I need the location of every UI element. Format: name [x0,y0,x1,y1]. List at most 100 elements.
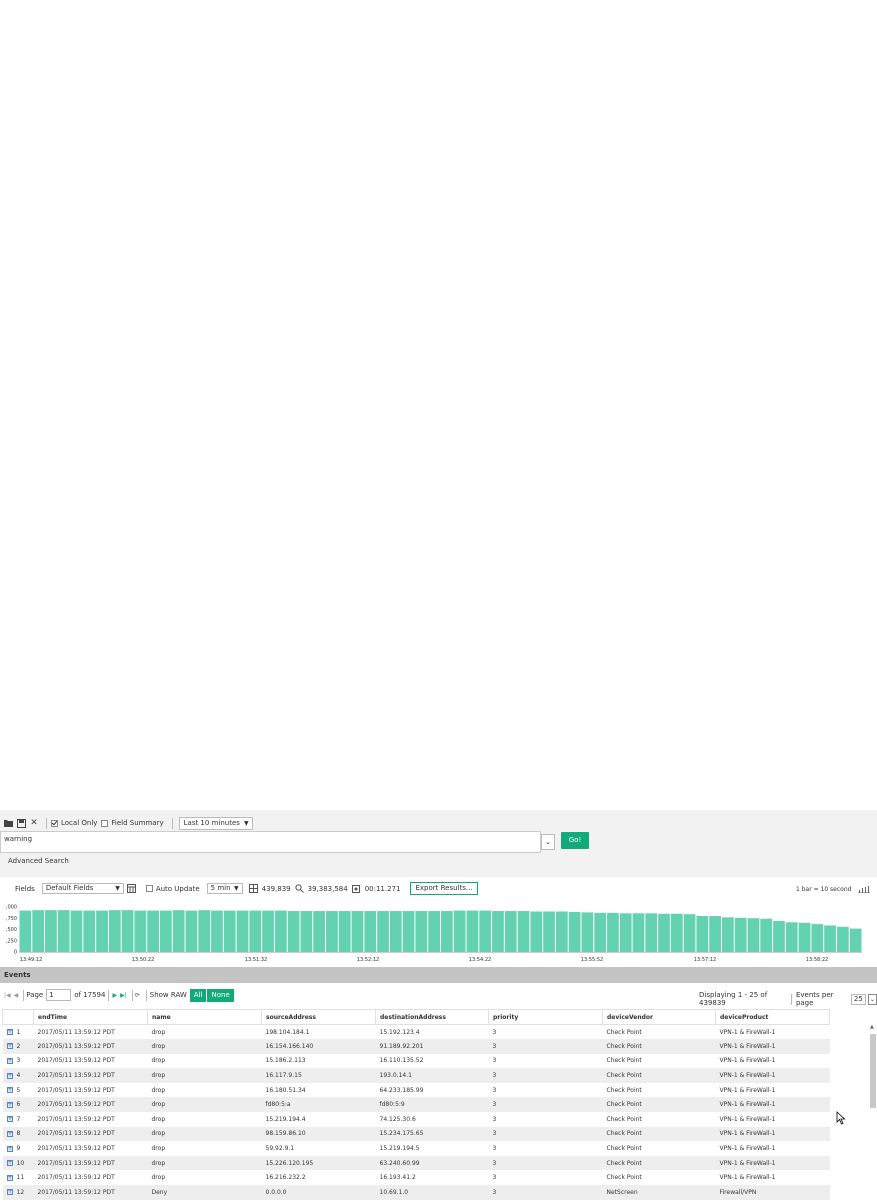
histogram-bar[interactable] [300,911,313,952]
expand-plus-icon[interactable] [6,1057,13,1064]
local-only-checkbox[interactable] [51,819,58,827]
scrollbar-thumb[interactable] [870,1034,876,1108]
scroll-up-icon[interactable]: ▲ [870,1024,874,1030]
first-page-icon[interactable]: |◀ [4,992,11,999]
histogram-bar[interactable] [555,911,568,953]
histogram-bar[interactable] [453,910,466,952]
histogram-bar[interactable] [504,911,517,952]
expand-plus-icon[interactable] [6,1042,13,1050]
histogram-bar[interactable] [492,911,504,952]
table-row[interactable]: 5 2017/05/11 13:59:12 PDT drop 16.180.51.34… [3,1083,830,1098]
histogram-bar[interactable] [785,922,798,952]
expand-plus-icon[interactable] [6,1130,13,1137]
show-raw-all-button[interactable]: All [189,988,207,1002]
histogram-bar[interactable] [32,910,45,952]
expand-plus-icon[interactable] [6,1028,13,1036]
table-row[interactable]: 1 2017/05/11 13:59:12 PDT drop 198.104.184.… [3,1025,830,1040]
histogram-bar[interactable] [479,910,492,952]
histogram-bar[interactable] [402,911,415,952]
histogram-bar[interactable] [824,925,836,952]
table-row[interactable]: 7 2017/05/11 13:59:12 PDT drop 15.219.194.4… [3,1112,830,1127]
last-page-icon[interactable]: ▶| [120,992,127,999]
histogram-bar[interactable] [696,916,709,952]
histogram-bar[interactable] [70,910,83,952]
histogram-bar[interactable] [377,911,389,952]
column-header-deviceproduct[interactable]: deviceProduct [715,1009,830,1025]
histogram-bar[interactable] [415,911,428,952]
column-header-sourceaddress[interactable]: sourceAddress [261,1009,376,1025]
expand-plus-icon[interactable] [6,1115,13,1123]
column-header-name[interactable]: name [147,1009,262,1025]
histogram-bar[interactable] [581,912,594,952]
histogram-bar[interactable] [530,911,543,953]
histogram-bar[interactable] [760,918,773,952]
histogram-bar[interactable] [364,911,377,952]
histogram-bar[interactable] [658,913,670,952]
histogram-bar[interactable] [223,910,236,952]
prev-page-icon[interactable]: ◀ [14,992,19,999]
histogram-bar[interactable] [351,911,364,952]
expand-plus-icon[interactable] [6,1086,13,1094]
histogram-bar[interactable] [287,911,300,952]
histogram-bar[interactable] [236,910,249,952]
histogram-bar[interactable] [709,916,721,952]
histogram-bar[interactable] [96,910,108,952]
folder-icon[interactable] [3,818,13,828]
refresh-icon[interactable]: ⟳ [135,992,140,999]
histogram-bar[interactable] [441,911,453,952]
fields-select[interactable]: Default Fields ▼ [41,883,124,894]
table-row[interactable]: 6 2017/05/11 13:59:12 PDTdropfd80:5:afd80… [2,1097,830,1113]
histogram-bar[interactable] [543,911,555,953]
histogram-bar[interactable] [262,910,274,952]
events-per-page-dropdown[interactable]: ⌄ [867,993,877,1005]
column-header-endtime[interactable]: endTime [33,1009,148,1025]
histogram-bar[interactable] [747,918,760,952]
histogram-bar[interactable] [45,910,57,952]
histogram-bar[interactable] [773,920,785,952]
events-per-page-input[interactable]: 25 [850,993,866,1005]
field-settings-icon[interactable] [127,884,137,894]
histogram-bar[interactable] [274,910,287,952]
search-query-input[interactable]: warning [0,831,541,853]
field-summary-checkbox[interactable] [101,819,109,827]
column-header-priority[interactable]: priority [488,1009,603,1025]
expand-plus-icon[interactable] [6,1145,13,1152]
histogram-bar[interactable] [632,913,645,952]
table-row[interactable]: 11 2017/05/11 13:59:12 PDT drop 16.216.232.… [3,1170,830,1185]
histogram-bar[interactable] [683,914,696,952]
query-history-dropdown[interactable]: ⌄ [541,834,555,850]
histogram-bar[interactable] [607,912,619,952]
histogram-bar[interactable] [811,924,824,952]
histogram-bar[interactable] [134,910,147,952]
time-range-select[interactable]: Last 10 minutes ▼ [178,816,253,830]
histogram-bar[interactable] [594,912,607,952]
interval-select[interactable]: 5 min ▼ [206,883,243,894]
histogram-bar[interactable] [249,910,262,952]
histogram-bar[interactable] [389,911,402,952]
event-histogram[interactable]: 0 ,250 ,500 ,750 ,000 13:49:12 13:50:22 13:51:3… [0,901,877,966]
show-raw-none-button[interactable]: None [207,988,234,1002]
histogram-bar[interactable] [19,910,32,952]
column-header-destinationaddress[interactable]: destinationAddress [375,1009,489,1025]
histogram-bar[interactable] [326,911,338,952]
export-results-button[interactable]: Export Results... [410,882,478,895]
table-row[interactable]: 9 2017/05/11 13:59:12 PDT drop 59.92.9.1 15.… [3,1141,830,1156]
histogram-bar[interactable] [568,911,581,952]
histogram-bar[interactable] [836,926,849,952]
histogram-bar[interactable] [57,910,70,952]
table-row[interactable]: 12 2017/05/11 13:59:12 PDTDeny0.0.0.010.6… [2,1185,830,1200]
table-row[interactable]: 8 2017/05/11 13:59:12 PDTdrop98.159.86.10… [2,1126,830,1142]
expand-plus-icon[interactable] [6,1101,13,1108]
histogram-bar[interactable] [517,911,530,952]
histogram-bar[interactable] [160,910,172,952]
histogram-bar[interactable] [198,910,211,952]
expand-plus-icon[interactable] [6,1188,13,1196]
table-scrollbar[interactable]: ▲ [869,1024,877,1201]
column-header-devicevendor[interactable]: deviceVendor [602,1009,716,1025]
histogram-bar[interactable] [619,913,632,952]
histogram-bar[interactable] [798,922,811,952]
histogram-bar[interactable] [83,910,96,952]
clear-x-icon[interactable]: ✕ [29,818,39,828]
auto-update-checkbox[interactable] [145,885,153,892]
histogram-bar[interactable] [121,910,134,952]
